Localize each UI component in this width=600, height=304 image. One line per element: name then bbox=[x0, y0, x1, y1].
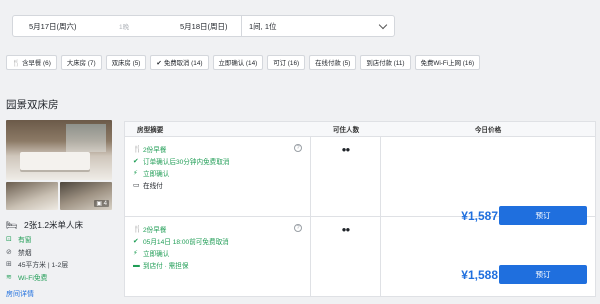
window-icon: ⊡ bbox=[6, 236, 12, 244]
chip-label: 免费Wi-Fi上网 (16) bbox=[420, 60, 475, 67]
checkin-date[interactable]: 5月17日(周六) bbox=[13, 21, 113, 32]
rate-price-cell: ¥1,588 预订 bbox=[381, 217, 595, 297]
room-main-photo[interactable] bbox=[6, 120, 112, 180]
filter-chip-free-cancel[interactable]: ✔ 免费取消 (14) bbox=[150, 55, 209, 70]
rate-price-cell: ¥1,587 预订 bbox=[381, 137, 595, 225]
rate-line: ▬ 到店付 · 需担保 bbox=[133, 261, 189, 271]
rate-table: 房型摘要 可住人数 今日价格 🍴 2份早餐 ✔ 订单确认后30分钟内免费取消 ⚡ 立即… bbox=[124, 121, 596, 297]
lightning-icon: ⚡ bbox=[133, 170, 138, 177]
rate-line: ✔ 05月14日 18:00前可免费取消 bbox=[133, 238, 229, 246]
rooms-guests-label: 1间, 1位 bbox=[249, 21, 277, 31]
filter-chip-pay-online[interactable]: 在线付款 (5) bbox=[309, 55, 357, 70]
header-guests: 可住人数 bbox=[332, 127, 360, 134]
chip-label: 到店付款 (11) bbox=[366, 60, 405, 67]
header-summary: 房型摘要 bbox=[137, 127, 164, 134]
help-icon[interactable]: ? bbox=[294, 224, 302, 232]
filter-chip-breakfast[interactable]: 🍴 含早餐 (6) bbox=[6, 55, 57, 70]
meal-icon: 🍴 bbox=[12, 59, 21, 67]
room-thumbnail[interactable] bbox=[6, 182, 58, 210]
filter-chip-double-bed[interactable]: 大床房 (7) bbox=[60, 55, 102, 70]
two-guests-icon: ●● bbox=[341, 145, 351, 154]
max-guests: ●● bbox=[311, 217, 381, 297]
attr-area: ⊞ 45平方米 | 1-2层 bbox=[6, 261, 69, 270]
table-row: 🍴 2份早餐 ✔ 订单确认后30分钟内免费取消 ⚡ 立即确认 ▭ 在线付 ? ●● ¥1… bbox=[125, 137, 595, 225]
filter-chip-twin-bed[interactable]: 双床房 (5) bbox=[105, 55, 147, 70]
attr-window: ⊡ 有窗 bbox=[6, 236, 32, 245]
rate-line: ✔ 订单确认后30分钟内免费取消 bbox=[133, 158, 230, 166]
card-icon: ▭ bbox=[133, 182, 140, 189]
chip-label: 含早餐 (6) bbox=[22, 60, 51, 67]
rooms-guests-select[interactable]: 1间, 1位 bbox=[242, 16, 394, 36]
chip-label: 大床房 (7) bbox=[66, 60, 96, 67]
two-guests-icon: ●● bbox=[341, 225, 351, 234]
chip-label: 立即确认 (14) bbox=[218, 60, 258, 67]
rate-summary: 🍴 2份早餐 ✔ 05月14日 18:00前可免费取消 ⚡ 立即确认 ▬ 到店付 · 需… bbox=[125, 217, 311, 297]
bed-icon: 🛏 bbox=[6, 219, 18, 230]
attr-no-smoking: ⊘ 禁烟 bbox=[6, 248, 32, 257]
chip-label: 免费取消 (14) bbox=[163, 60, 203, 67]
help-icon[interactable]: ? bbox=[294, 144, 302, 152]
rate-line: ⚡ 立即确认 bbox=[133, 250, 170, 258]
room-thumbnail[interactable]: ▣ 4 bbox=[60, 182, 112, 210]
room-detail-link[interactable]: 房间详情 bbox=[6, 289, 34, 299]
filter-chip-available[interactable]: 可订 (16) bbox=[267, 55, 306, 70]
attr-wifi: ≋ Wi-Fi免费 bbox=[6, 273, 48, 282]
rate-line: 🍴 2份早餐 bbox=[133, 226, 167, 234]
check-icon: ✔ bbox=[156, 59, 162, 67]
chip-label: 可订 (16) bbox=[273, 60, 300, 67]
rate-summary: 🍴 2份早餐 ✔ 订单确认后30分钟内免费取消 ⚡ 立即确认 ▭ 在线付 ? bbox=[125, 137, 311, 216]
header-price: 今日价格 bbox=[474, 127, 502, 134]
chip-label: 双床房 (5) bbox=[111, 60, 141, 67]
bed-text: 2张1.2米单人床 bbox=[24, 220, 84, 230]
photo-count: ▣ 4 bbox=[94, 200, 109, 207]
chip-label: 在线付款 (5) bbox=[315, 60, 351, 67]
rate-line: 🍴 2份早餐 bbox=[133, 146, 167, 154]
rate-line: ⚡ 立即确认 bbox=[133, 170, 170, 178]
no-smoking-icon: ⊘ bbox=[6, 248, 12, 256]
table-header: 房型摘要 可住人数 今日价格 bbox=[125, 122, 595, 137]
meal-icon: 🍴 bbox=[133, 146, 142, 153]
pay-at-hotel-icon: ▬ bbox=[133, 261, 140, 269]
table-row: 🍴 2份早餐 ✔ 05月14日 18:00前可免费取消 ⚡ 立即确认 ▬ 到店付 · 需… bbox=[125, 217, 595, 297]
search-bar: 5月17日(周六) 1晚 5月18日(周日) 1间, 1位 bbox=[12, 15, 395, 37]
check-icon: ✔ bbox=[133, 238, 139, 245]
lightning-icon: ⚡ bbox=[133, 250, 138, 257]
max-guests: ●● bbox=[311, 137, 381, 216]
nights-count: 1晚 bbox=[119, 24, 130, 31]
wifi-icon: ≋ bbox=[6, 273, 12, 281]
area-icon: ⊞ bbox=[6, 261, 12, 269]
filter-bar: 🍴 含早餐 (6) 大床房 (7) 双床房 (5) ✔ 免费取消 (14) 立即确认… bbox=[6, 55, 481, 70]
meal-icon: 🍴 bbox=[133, 226, 142, 233]
chevron-down-icon bbox=[378, 20, 388, 29]
filter-chip-pay-at-hotel[interactable]: 到店付款 (11) bbox=[360, 55, 411, 70]
filter-chip-free-wifi[interactable]: 免费Wi-Fi上网 (16) bbox=[414, 55, 481, 70]
checkout-date[interactable]: 5月18日(周日) bbox=[169, 16, 242, 36]
rate-line: ▭ 在线付 bbox=[133, 182, 163, 190]
check-icon: ✔ bbox=[133, 158, 139, 165]
room-photos: ▣ 4 bbox=[6, 120, 112, 210]
book-button[interactable]: 预订 bbox=[499, 265, 587, 284]
bed-info: 🛏 2张1.2米单人床 bbox=[6, 219, 83, 231]
room-title: 园景双床房 bbox=[6, 99, 59, 111]
rate-price: ¥1,588 bbox=[461, 268, 498, 282]
filter-chip-instant-confirm[interactable]: 立即确认 (14) bbox=[212, 55, 264, 70]
room-attributes: ⊡ 有窗 ⊘ 禁烟 ⊞ 45平方米 | 1-2层 ≋ Wi-Fi免费 bbox=[6, 233, 68, 283]
